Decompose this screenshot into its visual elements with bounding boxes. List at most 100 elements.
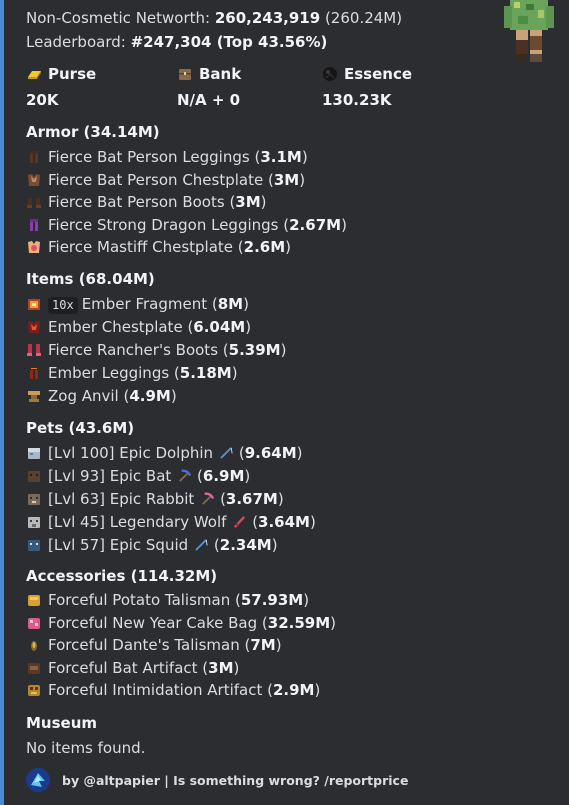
rabbit-icon xyxy=(28,494,40,505)
museum-heading: Museum xyxy=(26,714,98,732)
mastiff-chestplate-icon xyxy=(28,241,40,253)
paren-close: ) xyxy=(271,536,278,554)
embed-accent-bar xyxy=(0,0,4,805)
paren-close: ) xyxy=(245,318,252,336)
paren-open: ( xyxy=(263,170,274,189)
pet-row: [Lvl 57] Epic Squid (2.34M) xyxy=(26,535,278,555)
armor-row: Fierce Strong Dragon Leggings (2.67M) xyxy=(26,215,347,235)
paren-close: ) xyxy=(303,591,310,609)
paren-close: ) xyxy=(275,636,282,654)
rod-icon xyxy=(195,539,208,551)
armor-row: Fierce Bat Person Boots (3M) xyxy=(26,192,267,212)
cake-bag-icon xyxy=(28,617,40,629)
item-row: Zog Anvil (4.9M) xyxy=(26,386,177,406)
purse-stat: Purse xyxy=(26,65,96,83)
item-row: 10x Ember Fragment (8M) xyxy=(26,294,249,314)
purse-label: Purse xyxy=(48,65,97,83)
paren-close: ) xyxy=(314,681,321,699)
item-value: 3.67M xyxy=(225,490,278,508)
paren-open: ( xyxy=(182,318,194,336)
paren-close: ) xyxy=(231,364,238,382)
paren-open: ( xyxy=(218,341,229,359)
bat-icon xyxy=(28,471,40,482)
item-value: 3M xyxy=(273,170,300,189)
item-value: 3M xyxy=(235,193,261,211)
item-value: 2.9M xyxy=(272,681,315,699)
item-row: Fierce Rancher's Boots (5.39M) xyxy=(26,340,286,360)
networth-embed: Non-Cosmetic Networth: 260,243,919 (260.… xyxy=(0,0,569,805)
pet-row: [Lvl 63] Epic Rabbit (3.67M) xyxy=(26,489,284,509)
paren-open: ( xyxy=(215,490,226,508)
pickaxe-icon xyxy=(202,492,215,505)
paren-close: ) xyxy=(299,170,306,189)
accessories-heading: Accessories (114.32M) xyxy=(26,567,218,585)
intimidation-artifact-icon xyxy=(28,685,40,696)
leaderboard-rank: #247,304 xyxy=(130,33,212,51)
item-value: 3.64M xyxy=(258,513,310,531)
paren-open: ( xyxy=(257,613,268,632)
bank-label: Bank xyxy=(199,65,242,83)
paren-open: ( xyxy=(262,681,273,699)
item-name: Ember Chestplate xyxy=(48,318,183,336)
paren-close: ) xyxy=(330,613,336,632)
sword-icon xyxy=(234,516,246,528)
gold-ingot-icon xyxy=(28,71,41,79)
paren-open: ( xyxy=(118,387,130,405)
item-value: 7M xyxy=(250,636,276,654)
item-name: Fierce Mastiff Chestplate xyxy=(48,238,234,256)
item-name: [Lvl 93] Epic Bat xyxy=(48,467,172,485)
paren-open: ( xyxy=(169,364,180,382)
item-count-badge: 10x xyxy=(48,297,78,314)
networth-label: Non-Cosmetic Networth: xyxy=(26,9,215,27)
networth-line: Non-Cosmetic Networth: 260,243,919 (260.… xyxy=(26,8,402,28)
leggings-icon xyxy=(30,151,38,163)
essence-stat: Essence xyxy=(322,65,412,83)
item-name: [Lvl 63] Epic Rabbit xyxy=(48,490,195,508)
item-name: [Lvl 57] Epic Squid xyxy=(48,536,189,554)
item-name: Fierce Bat Person Leggings xyxy=(48,148,250,166)
armor-row: Fierce Mastiff Chestplate (2.6M) xyxy=(26,237,291,257)
bot-avatar-icon xyxy=(26,768,50,792)
item-value: 9.64M xyxy=(244,444,297,462)
item-row: Ember Leggings (5.18M) xyxy=(26,363,238,383)
armor-row: Fierce Bat Person Leggings (3.1M) xyxy=(26,147,308,167)
item-value: 6.04M xyxy=(193,318,246,336)
ember-leggings-icon xyxy=(30,367,38,379)
paren-close: ) xyxy=(243,295,249,313)
player-skin-thumbnail xyxy=(504,0,554,62)
bank-value: N/A + 0 xyxy=(177,91,241,109)
essence-label: Essence xyxy=(344,65,413,83)
item-value: 3M xyxy=(208,658,234,677)
item-row: Ember Chestplate (6.04M) xyxy=(26,317,251,337)
item-name: Forceful New Year Cake Bag xyxy=(48,613,258,632)
item-value: 2.34M xyxy=(219,536,272,554)
paren-close: ) xyxy=(309,513,316,531)
paren-close: ) xyxy=(341,215,347,234)
paren-close: ) xyxy=(233,658,240,677)
paren-close: ) xyxy=(277,490,284,508)
paren-open: ( xyxy=(247,513,259,531)
leaderboard-label: Leaderboard: xyxy=(26,33,131,51)
bat-artifact-icon xyxy=(28,662,40,674)
wither-essence-icon xyxy=(323,67,337,81)
paren-close: ) xyxy=(170,387,177,405)
item-name: Forceful Dante's Talisman xyxy=(48,636,240,654)
accessory-row: Forceful Intimidation Artifact (2.9M) xyxy=(26,680,320,700)
item-value: 3.1M xyxy=(260,148,302,166)
paren-open: ( xyxy=(192,467,203,485)
item-value: 32.59M xyxy=(267,613,331,632)
dolphin-icon xyxy=(28,448,40,459)
pets-heading: Pets (43.6M) xyxy=(26,419,135,437)
item-value: 5.39M xyxy=(228,341,281,359)
armor-row: Fierce Bat Person Chestplate (3M) xyxy=(26,170,305,190)
bank-stat: Bank xyxy=(177,65,241,83)
dragon-leggings-icon xyxy=(30,218,38,231)
item-name: Ember Leggings xyxy=(48,364,170,382)
purse-value: 20K xyxy=(26,91,59,109)
item-value: 6.9M xyxy=(202,467,245,485)
squid-icon xyxy=(28,540,40,551)
item-name: Fierce Rancher's Boots xyxy=(48,341,219,359)
paren-open: ( xyxy=(239,636,251,654)
item-name: [Lvl 45] Legendary Wolf xyxy=(48,513,227,531)
paren-close: ) xyxy=(301,148,308,166)
